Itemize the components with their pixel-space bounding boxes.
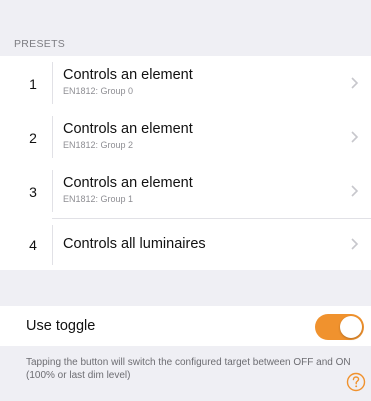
preset-subtitle: EN1812: Group 0: [63, 86, 134, 96]
chevron-right-icon: [350, 76, 360, 90]
preset-row-3[interactable]: 3 Controls an element EN1812: Group 1: [0, 164, 371, 218]
preset-subtitle: EN1812: Group 2: [63, 140, 134, 150]
preset-row-4[interactable]: 4 Controls all luminaires: [0, 219, 371, 270]
use-toggle-row: Use toggle: [0, 306, 371, 346]
preset-title: Controls an element: [63, 67, 193, 83]
preset-title: Controls all luminaires: [63, 236, 206, 252]
preset-number: 4: [29, 237, 37, 253]
use-toggle-label: Use toggle: [26, 318, 96, 334]
preset-number: 2: [29, 130, 37, 146]
chevron-right-icon: [350, 130, 360, 144]
chevron-right-icon: [350, 237, 360, 251]
question-mark-circle-icon[interactable]: [346, 372, 366, 392]
preset-title: Controls an element: [63, 121, 193, 137]
section-header-presets: PRESETS: [14, 38, 66, 50]
use-toggle-switch[interactable]: [315, 314, 364, 340]
chevron-right-icon: [350, 184, 360, 198]
preset-row-1[interactable]: 1 Controls an element EN1812: Group 0: [0, 56, 371, 110]
preset-number: 1: [29, 76, 37, 92]
row-divider: [52, 62, 53, 104]
row-divider: [52, 116, 53, 158]
presets-screen: PRESETS 1 Controls an element EN1812: Gr…: [0, 0, 371, 401]
preset-row-2[interactable]: 2 Controls an element EN1812: Group 2: [0, 110, 371, 164]
preset-subtitle: EN1812: Group 1: [63, 194, 134, 204]
preset-number: 3: [29, 184, 37, 200]
row-divider: [52, 225, 53, 265]
row-divider: [52, 170, 53, 212]
preset-title: Controls an element: [63, 175, 193, 191]
presets-list: 1 Controls an element EN1812: Group 0 2 …: [0, 56, 371, 270]
toggle-knob: [340, 316, 362, 338]
help-text: Tapping the button will switch the confi…: [26, 357, 351, 381]
